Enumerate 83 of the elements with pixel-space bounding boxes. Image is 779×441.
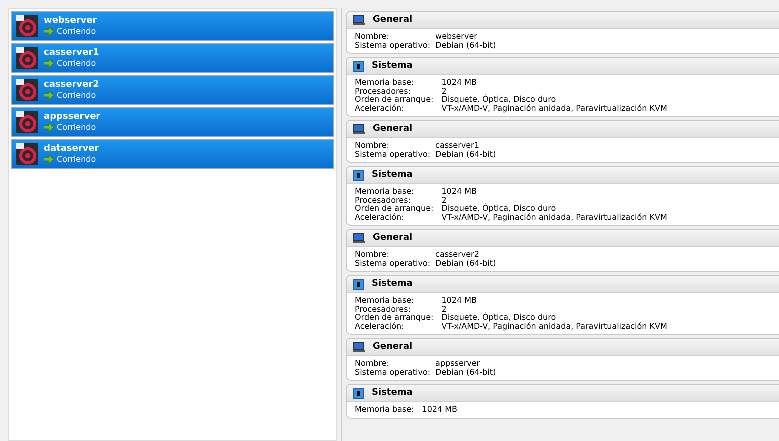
vm-status: Corriendo [57,27,96,36]
chip-icon [353,170,364,180]
chip-icon [353,278,364,290]
section-title: General [373,124,413,134]
field-label: Orden de arranque: [355,314,434,322]
field-label: Nombre: [355,33,390,42]
section-title: Sistema [372,170,413,180]
field-label: Procesadores: [355,306,412,314]
field-label: Orden de arranque: [355,96,434,104]
os-logo-icon [16,47,38,69]
field-label: Procesadores: [355,88,412,96]
vm-item[interactable]: appsserver Corriendo [11,107,334,137]
vm-status: Corriendo [57,91,96,100]
field-value: 1024 MB [442,79,478,88]
vm-name: dataserver [44,144,100,154]
monitor-icon [353,342,365,352]
field-label: Nombre: [355,251,390,260]
chip-icon [353,388,364,398]
section-title: General [373,15,413,25]
field-value: Debian (64-bit) [436,260,498,268]
vm-name: casserver1 [44,48,100,58]
field-label: Sistema operativo: [355,150,431,159]
section-title: General [373,233,413,243]
vm-item[interactable]: webserver Corriendo [11,11,334,41]
field-value: 2 [442,306,448,314]
field-label: Sistema operativo: [355,42,431,50]
field-value: Debian (64-bit) [436,150,498,159]
field-value: VT-x/AMD-V, Paginación anidada, Paravirtualización KVM [442,214,668,222]
field-value: VT-x/AMD-V, Paginación anidada, Paravirtualización KVM [442,322,668,331]
vm-name: appsserver [44,112,101,122]
os-logo-icon [16,15,38,37]
arrow-icon [44,59,54,68]
field-value: appsserver [436,360,482,368]
os-logo-icon [16,143,38,165]
field-label: Aceleración: [355,214,404,222]
vm-name: webserver [44,16,98,26]
monitor-icon [353,14,365,26]
arrow-icon [44,91,54,100]
field-label: Memoria base: [355,297,416,306]
field-label: Aceleración: [355,322,404,331]
field-value: casserver2 [436,251,480,260]
vm-item[interactable]: casserver1 Corriendo [11,43,334,73]
vm-name: casserver2 [44,80,100,90]
field-label: Aceleración: [355,104,404,113]
arrow-icon [44,27,54,36]
field-label: Memoria base: [355,188,416,196]
field-value: 1024 MB [422,406,459,414]
vm-status: Corriendo [57,123,96,132]
field-value: webserver [436,33,478,42]
section-title: Sistema [372,388,413,398]
os-logo-icon [16,111,38,133]
field-value: Disquete, Óptica, Disco duro [442,314,558,322]
section-title: General [373,342,413,352]
field-label: Nombre: [355,142,390,150]
field-label: Nombre: [355,360,390,368]
field-value: 2 [442,88,448,96]
chip-icon [353,60,364,72]
field-value: Disquete, Óptica, Disco duro [442,96,558,104]
field-value: Disquete, Óptica, Disco duro [442,205,558,214]
vm-status: Corriendo [57,59,96,68]
field-label: Procesadores: [355,196,412,204]
vm-item[interactable]: dataserver Corriendo [11,139,334,169]
arrow-icon [44,155,54,164]
field-label: Orden de arranque: [355,205,434,214]
field-value: 1024 MB [442,188,478,196]
field-label: Memoria base: [355,79,416,88]
monitor-icon [353,232,365,244]
field-value: Debian (64-bit) [436,42,498,50]
vm-status: Corriendo [57,155,96,164]
section-title: Sistema [372,279,413,289]
os-logo-icon [16,79,38,101]
monitor-icon [353,124,365,134]
field-value: 1024 MB [442,297,478,306]
section-title: Sistema [372,61,413,71]
field-label: Memoria base: [355,406,414,414]
field-value: 2 [442,196,448,204]
field-value: VT-x/AMD-V, Paginación anidada, Paravirtualización KVM [442,104,668,113]
field-label: Sistema operativo: [355,368,431,377]
field-value: casserver1 [436,142,480,150]
field-label: Sistema operativo: [355,260,431,268]
arrow-icon [44,123,54,132]
vm-item[interactable]: casserver2 Corriendo [11,75,334,105]
field-value: Debian (64-bit) [436,368,498,377]
